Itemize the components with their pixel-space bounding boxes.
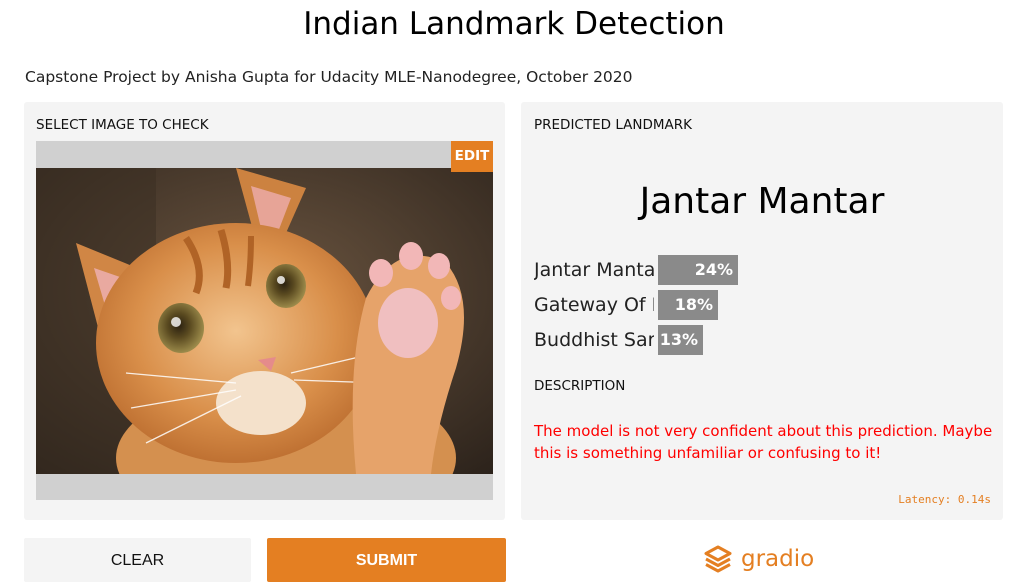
output-panel: PREDICTED LANDMARK Jantar Mantar Jantar … xyxy=(521,102,1003,520)
confidence-bar: 24% xyxy=(658,255,738,285)
confidence-bar: 13% xyxy=(658,325,703,355)
edit-button[interactable]: EDIT xyxy=(451,141,493,172)
submit-button[interactable]: SUBMIT xyxy=(267,538,506,582)
description-label: DESCRIPTION xyxy=(534,378,626,394)
latency-readout: Latency: 0.14s xyxy=(898,493,991,506)
confidence-label: Buddhist Sar xyxy=(534,329,654,351)
kitten-image xyxy=(36,168,493,474)
confidence-label: Jantar Manta xyxy=(534,259,654,281)
input-panel-label: SELECT IMAGE TO CHECK xyxy=(36,117,209,133)
confidence-label: Gateway Of I xyxy=(534,294,654,316)
input-panel: SELECT IMAGE TO CHECK EDIT xyxy=(24,102,505,520)
page-title: Indian Landmark Detection xyxy=(303,6,725,42)
description-text: The model is not very confident about th… xyxy=(534,422,993,462)
confidence-bar: 18% xyxy=(658,290,718,320)
output-panel-label: PREDICTED LANDMARK xyxy=(534,117,692,133)
uploaded-image xyxy=(36,168,493,474)
image-upload-area[interactable]: EDIT xyxy=(36,141,493,500)
predicted-landmark: Jantar Mantar xyxy=(639,181,885,222)
clear-button[interactable]: CLEAR xyxy=(24,538,251,582)
gradio-logo-icon xyxy=(704,545,732,573)
gradio-brand[interactable]: gradio xyxy=(703,541,814,577)
page-subtitle: Capstone Project by Anisha Gupta for Uda… xyxy=(25,68,633,86)
gradio-brand-label: gradio xyxy=(741,546,815,572)
